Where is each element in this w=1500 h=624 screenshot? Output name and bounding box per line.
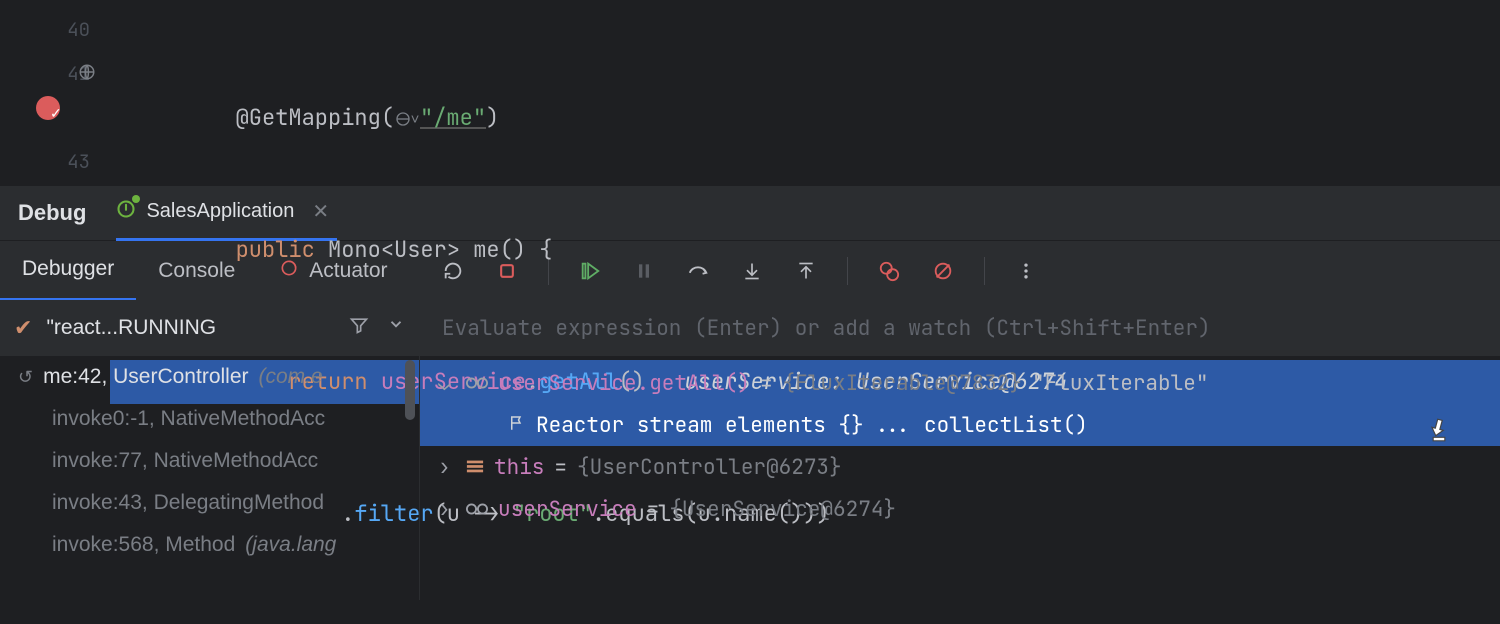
stack-frame[interactable]: invoke0:-1, NativeMethodAcc (0, 398, 419, 440)
variables-tree[interactable]: ⌄ userService.getAll() = {FluxIterable@7… (420, 356, 1500, 600)
field-icon (466, 454, 484, 481)
variable-this[interactable]: › this = {UserController@6273} (420, 446, 1500, 488)
code-line[interactable]: public Mono<User> me() { (110, 228, 1500, 272)
thread-selector[interactable]: ✔ "react...RUNNING (0, 300, 419, 356)
collect-list-hint[interactable]: ... collectList() (874, 412, 1088, 439)
frames-list[interactable]: ↺ me:42, UserController (com.e invoke0:-… (0, 356, 419, 600)
code-line[interactable]: @GetMapping(˅"/me") (110, 96, 1500, 140)
check-icon: ✔ (14, 315, 32, 341)
stack-frame[interactable]: invoke:77, NativeMethodAcc (0, 440, 419, 482)
dropdown-icon[interactable] (387, 315, 405, 341)
flag-icon (508, 412, 526, 439)
web-endpoint-icon[interactable] (78, 53, 96, 97)
scrollbar[interactable] (405, 360, 415, 420)
editor-gutter: 40 41 43 ✓ (0, 0, 110, 185)
expand-icon[interactable]: ⌄ (438, 370, 456, 397)
line-number: 40 (0, 8, 90, 52)
url-nav-icon[interactable]: ˅ (394, 109, 420, 129)
watch-expression[interactable]: ⌄ userService.getAll() = {FluxIterable@7… (420, 362, 1500, 404)
filter-icon[interactable] (349, 315, 369, 341)
reactor-stream-node[interactable]: Reactor stream elements {} ... collectLi… (420, 404, 1500, 446)
code-editor[interactable]: 40 41 43 ✓ @GetMapping(˅"/me") public Mo… (0, 0, 1500, 185)
watch-icon (466, 496, 488, 523)
stack-frame[interactable]: invoke:43, DelegatingMethod (0, 482, 419, 524)
debug-title: Debug (18, 200, 86, 226)
expand-icon[interactable]: › (438, 454, 456, 481)
stack-frame[interactable]: invoke:568, Method (java.lang (0, 524, 419, 566)
watch-icon (466, 370, 488, 397)
line-number: 43 (0, 140, 90, 184)
code-area[interactable]: @GetMapping(˅"/me") public Mono<User> me… (110, 0, 1500, 185)
frames-panel: ✔ "react...RUNNING ↺ me:42, UserControll… (0, 300, 420, 600)
spring-boot-icon (116, 199, 136, 224)
breakpoint-verified-icon: ✓ (50, 92, 62, 136)
line-number: 41 (0, 52, 90, 96)
variable-userservice[interactable]: › userService = {UserService@6274} (420, 488, 1500, 530)
thread-name: "react...RUNNING (46, 316, 335, 340)
stack-frame[interactable]: ↺ me:42, UserController (com.e (0, 356, 419, 398)
drop-frame-icon[interactable]: ↺ (18, 367, 33, 388)
expand-icon[interactable]: › (438, 496, 456, 523)
